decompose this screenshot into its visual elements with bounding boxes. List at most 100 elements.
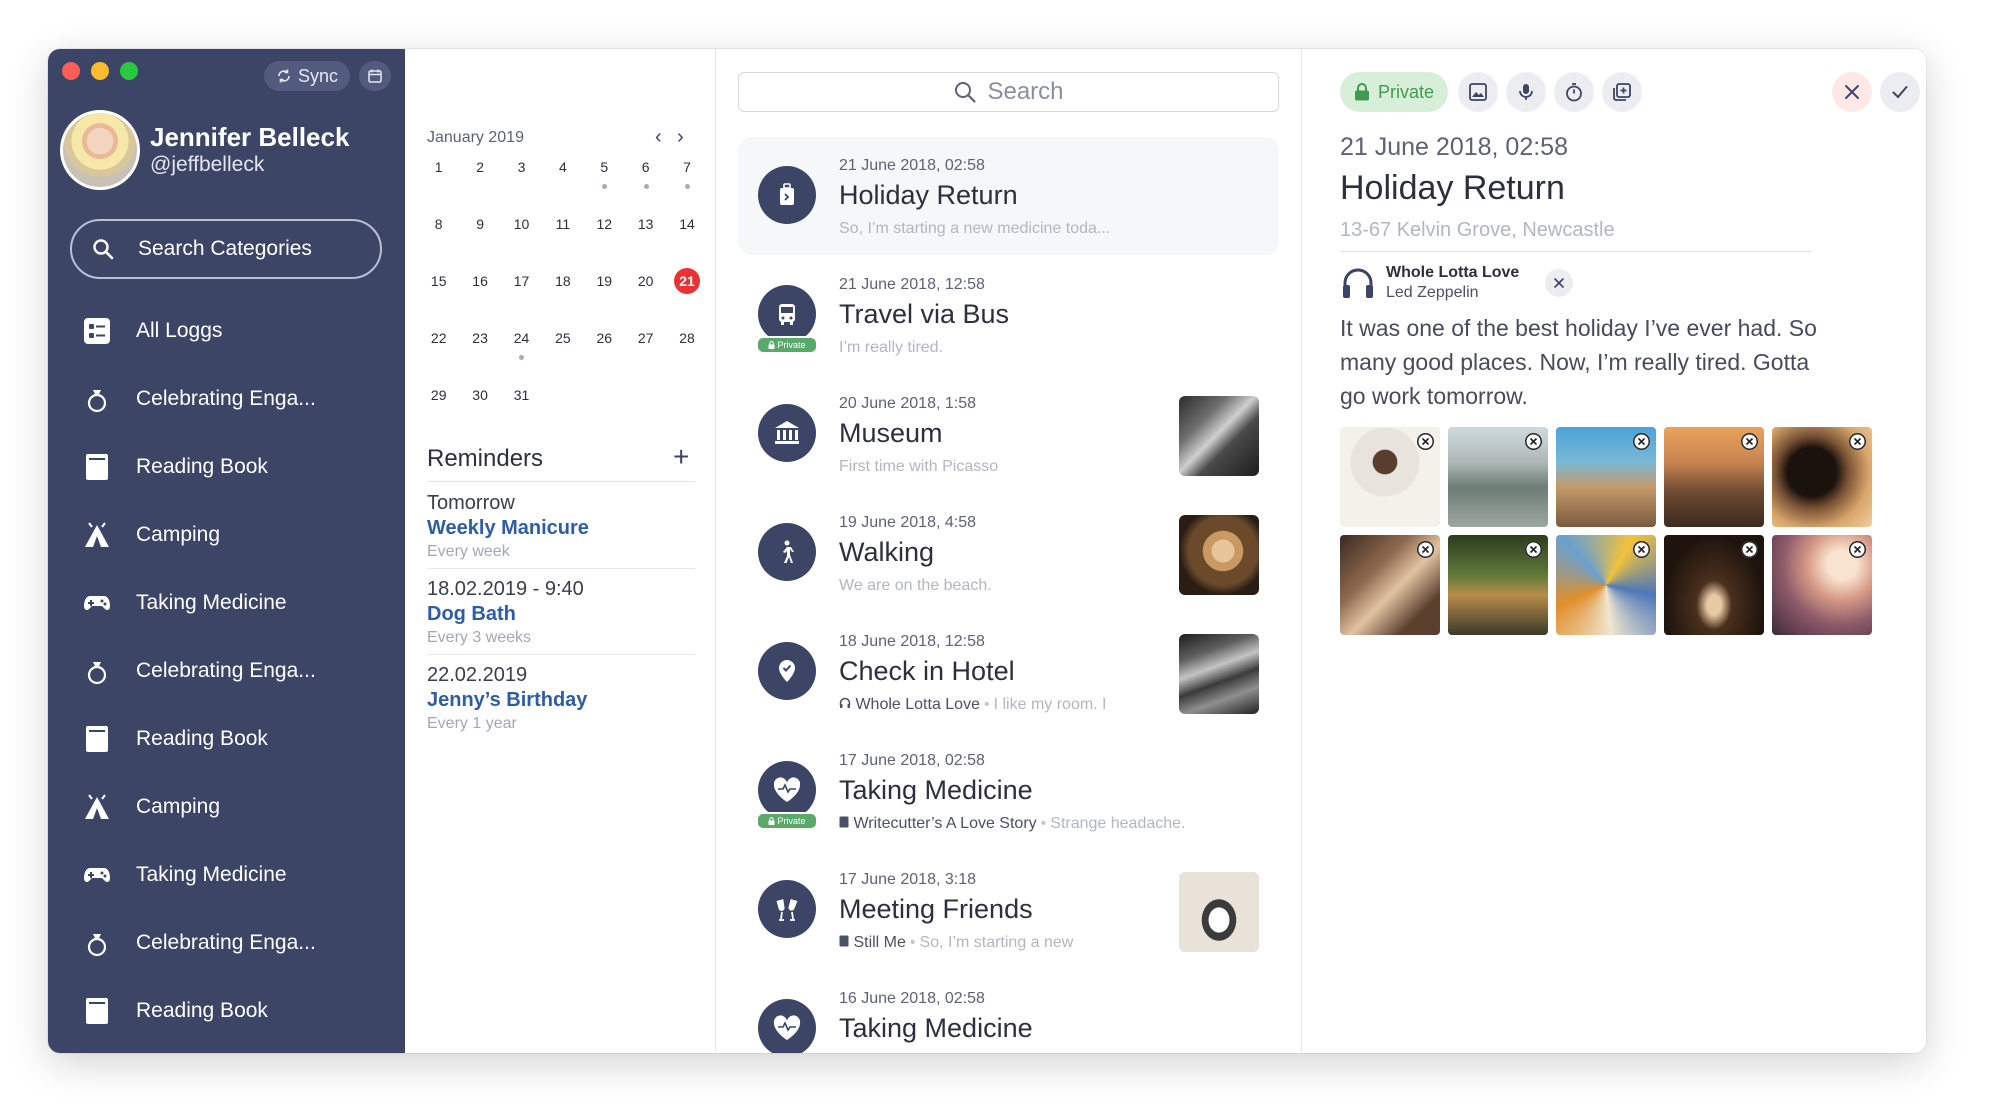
chevron-left-icon[interactable]: ‹ bbox=[655, 126, 662, 149]
calendar-day[interactable]: 26 bbox=[584, 328, 625, 385]
calendar-day[interactable]: 1 bbox=[418, 157, 459, 214]
entry-thumbnail[interactable] bbox=[1179, 396, 1259, 476]
calendar-day[interactable]: 10 bbox=[501, 214, 542, 271]
calendar-day[interactable]: 30 bbox=[459, 385, 500, 442]
calendar-day[interactable]: 22 bbox=[418, 328, 459, 385]
sidebar-item-reading-book[interactable]: Reading Book bbox=[48, 977, 405, 1045]
chevron-right-icon[interactable]: › bbox=[677, 126, 684, 149]
sync-button[interactable]: Sync bbox=[264, 61, 351, 91]
calendar-toggle-button[interactable] bbox=[359, 61, 391, 91]
sidebar-item-reading-book[interactable]: Reading Book bbox=[48, 705, 405, 773]
entry-thumbnail[interactable] bbox=[1179, 515, 1259, 595]
entry-thumbnail[interactable] bbox=[1179, 634, 1259, 714]
private-toggle-button[interactable]: Private bbox=[1340, 72, 1449, 112]
calendar-day[interactable]: 7 bbox=[666, 157, 707, 214]
add-attachment-button[interactable] bbox=[1602, 72, 1642, 112]
calendar-day[interactable]: 29 bbox=[418, 385, 459, 442]
photo-thumbnail[interactable] bbox=[1772, 535, 1872, 635]
calendar-day[interactable]: 27 bbox=[625, 328, 666, 385]
add-image-button[interactable] bbox=[1458, 72, 1498, 112]
sidebar-item-taking-medicine[interactable]: Taking Medicine bbox=[48, 841, 405, 909]
calendar-day[interactable]: 16 bbox=[459, 271, 500, 328]
record-audio-button[interactable] bbox=[1506, 72, 1546, 112]
close-window-button[interactable] bbox=[62, 62, 80, 80]
remove-photo-icon[interactable] bbox=[1417, 433, 1434, 450]
discard-button[interactable] bbox=[1832, 72, 1872, 112]
calendar-day[interactable]: 3 bbox=[501, 157, 542, 214]
sidebar-item-taking-medicine[interactable]: Taking Medicine bbox=[48, 569, 405, 637]
photo-thumbnail[interactable] bbox=[1448, 535, 1548, 635]
calendar-day[interactable]: 17 bbox=[501, 271, 542, 328]
calendar-day[interactable]: 9 bbox=[459, 214, 500, 271]
remove-photo-icon[interactable] bbox=[1633, 541, 1650, 558]
sidebar-item-celebrating[interactable]: Celebrating Enga... bbox=[48, 637, 405, 705]
add-reminder-button[interactable]: + bbox=[673, 441, 689, 473]
calendar-day-today[interactable]: 21 bbox=[666, 268, 707, 328]
remove-photo-icon[interactable] bbox=[1417, 541, 1434, 558]
save-button[interactable] bbox=[1880, 72, 1920, 112]
search-categories-button[interactable]: Search Categories bbox=[70, 219, 382, 279]
remove-photo-icon[interactable] bbox=[1525, 541, 1542, 558]
calendar-day[interactable]: 31 bbox=[501, 385, 542, 442]
reminder-item[interactable]: 22.02.2019 Jenny’s Birthday Every 1 year bbox=[427, 661, 695, 740]
remove-photo-icon[interactable] bbox=[1741, 541, 1758, 558]
calendar-day[interactable]: 28 bbox=[666, 328, 707, 385]
entry-item[interactable]: 21 June 2018, 02:58 Holiday Return So, I… bbox=[738, 137, 1279, 255]
entry-item[interactable]: Private 21 June 2018, 12:58 Travel via B… bbox=[738, 256, 1279, 374]
photo-thumbnail[interactable] bbox=[1448, 427, 1548, 527]
sidebar-item-all-loggs[interactable]: All Loggs bbox=[48, 297, 405, 365]
photo-thumbnail[interactable] bbox=[1340, 535, 1440, 635]
entry-item[interactable]: 18 June 2018, 12:58 Check in Hotel Whole… bbox=[738, 613, 1279, 731]
photo-thumbnail[interactable] bbox=[1772, 427, 1872, 527]
calendar-day[interactable]: 19 bbox=[584, 271, 625, 328]
calendar-day[interactable]: 12 bbox=[584, 214, 625, 271]
calendar-day[interactable]: 18 bbox=[542, 271, 583, 328]
entry-thumbnail[interactable] bbox=[1179, 872, 1259, 952]
remove-photo-icon[interactable] bbox=[1633, 433, 1650, 450]
photo-thumbnail[interactable] bbox=[1664, 427, 1764, 527]
calendar-day[interactable]: 5 bbox=[584, 157, 625, 214]
sidebar-item-celebrating[interactable]: Celebrating Enga... bbox=[48, 365, 405, 433]
minimize-window-button[interactable] bbox=[91, 62, 109, 80]
remove-song-button[interactable] bbox=[1545, 269, 1574, 297]
remove-photo-icon[interactable] bbox=[1525, 433, 1542, 450]
entry-item[interactable]: 16 June 2018, 02:58 Taking Medicine bbox=[738, 970, 1279, 1053]
sidebar-item-camping[interactable]: Camping bbox=[48, 501, 405, 569]
calendar-day[interactable]: 15 bbox=[418, 271, 459, 328]
entry-item[interactable]: 17 June 2018, 3:18 Meeting Friends Still… bbox=[738, 851, 1279, 969]
photo-thumbnail[interactable] bbox=[1340, 427, 1440, 527]
calendar-day[interactable]: 2 bbox=[459, 157, 500, 214]
entry-detail-title[interactable]: Holiday Return bbox=[1340, 169, 1565, 208]
calendar-day[interactable]: 4 bbox=[542, 157, 583, 214]
remove-photo-icon[interactable] bbox=[1849, 433, 1866, 450]
calendar-day[interactable]: 24 bbox=[501, 328, 542, 385]
calendar-day[interactable]: 11 bbox=[542, 214, 583, 271]
photo-thumbnail[interactable] bbox=[1556, 427, 1656, 527]
sidebar-item-reading-book[interactable]: Reading Book bbox=[48, 433, 405, 501]
calendar-day[interactable]: 13 bbox=[625, 214, 666, 271]
remove-photo-icon[interactable] bbox=[1741, 433, 1758, 450]
photo-thumbnail[interactable] bbox=[1556, 535, 1656, 635]
calendar-day[interactable]: 25 bbox=[542, 328, 583, 385]
reminder-item[interactable]: Tomorrow Weekly Manicure Every week bbox=[427, 489, 695, 569]
calendar-day[interactable]: 14 bbox=[666, 214, 707, 271]
maximize-window-button[interactable] bbox=[120, 62, 138, 80]
reminder-item[interactable]: 18.02.2019 - 9:40 Dog Bath Every 3 weeks bbox=[427, 575, 695, 655]
remove-photo-icon[interactable] bbox=[1849, 541, 1866, 558]
calendar-day[interactable]: 8 bbox=[418, 214, 459, 271]
avatar[interactable] bbox=[60, 110, 140, 190]
entry-detail-location[interactable]: 13-67 Kelvin Grove, Newcastle bbox=[1340, 219, 1615, 242]
entry-item[interactable]: Private 17 June 2018, 02:58 Taking Medic… bbox=[738, 732, 1279, 850]
sidebar-item-celebrating[interactable]: Celebrating Enga... bbox=[48, 909, 405, 977]
calendar-day[interactable]: 20 bbox=[625, 271, 666, 328]
photo-thumbnail[interactable] bbox=[1664, 535, 1764, 635]
calendar-day[interactable]: 23 bbox=[459, 328, 500, 385]
calendar-day[interactable]: 6 bbox=[625, 157, 666, 214]
entry-item[interactable]: 20 June 2018, 1:58 Museum First time wit… bbox=[738, 375, 1279, 493]
timer-button[interactable] bbox=[1554, 72, 1594, 112]
sidebar-item-camping[interactable]: Camping bbox=[48, 773, 405, 841]
entry-item[interactable]: 19 June 2018, 4:58 Walking We are on the… bbox=[738, 494, 1279, 612]
entry-body-text[interactable]: It was one of the best holiday I’ve ever… bbox=[1340, 311, 1830, 413]
search-input[interactable]: Search bbox=[738, 72, 1279, 112]
entry-title: Walking bbox=[839, 537, 935, 567]
